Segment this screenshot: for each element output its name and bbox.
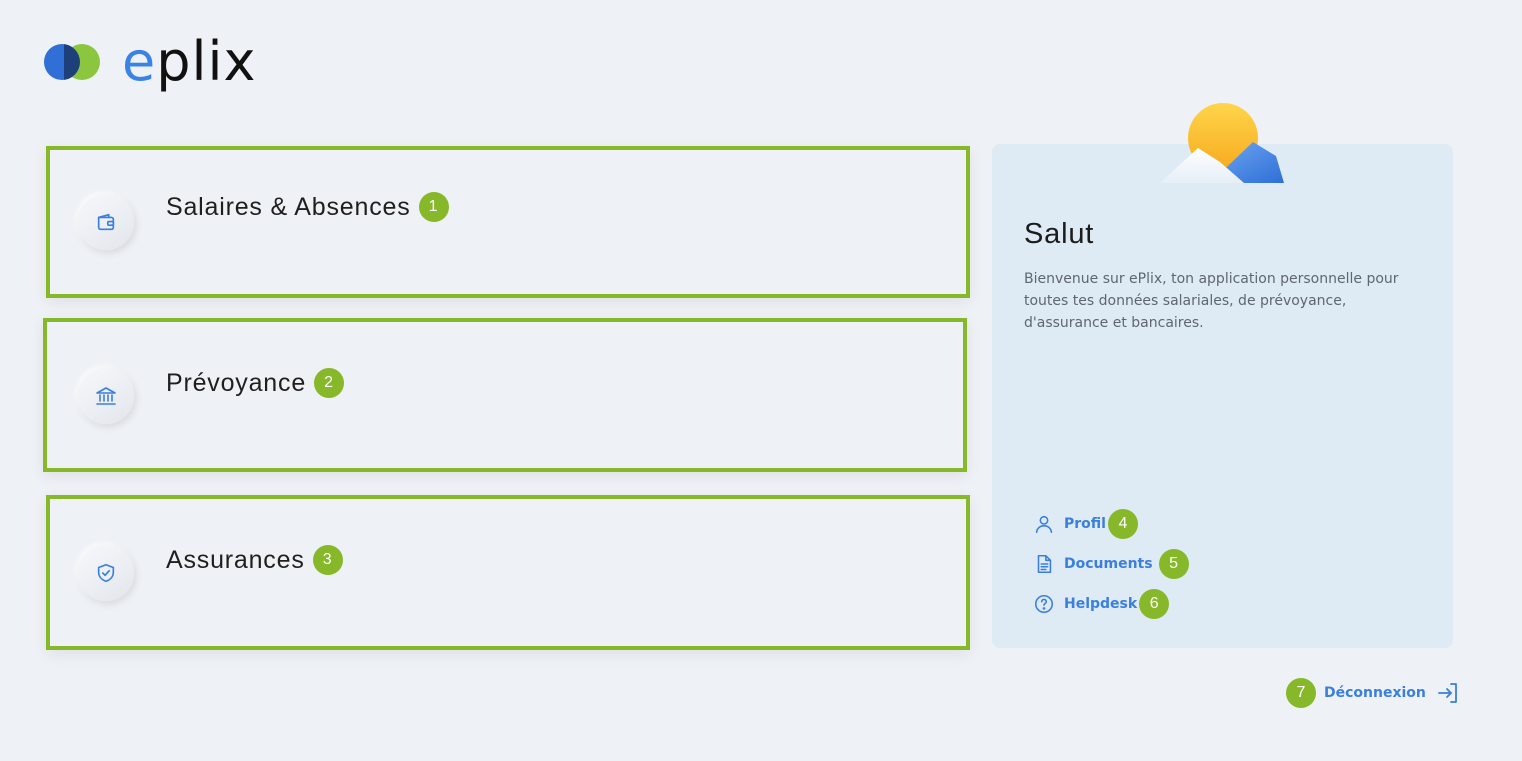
card-title: Assurances 3 xyxy=(166,545,343,575)
wallet-icon xyxy=(78,194,134,250)
welcome-description: Bienvenue sur ePlix, ton application per… xyxy=(1024,271,1399,331)
documents-link[interactable]: Documents 5 xyxy=(1032,544,1189,584)
card-title: Prévoyance 2 xyxy=(166,368,345,398)
greeting: Salut xyxy=(1024,218,1095,250)
step-badge: 3 xyxy=(312,545,343,575)
eplix-logo[interactable]: eplix xyxy=(44,34,256,90)
bank-icon xyxy=(78,368,134,424)
step-badge: 6 xyxy=(1139,589,1170,619)
link-label: Documents xyxy=(1064,556,1153,572)
quick-links: Profil 4 Documents 5 Helpdesk 6 xyxy=(1032,504,1189,624)
sun-mountain-illustration xyxy=(1160,103,1284,183)
step-badge: 4 xyxy=(1107,509,1138,539)
logout-icon xyxy=(1436,681,1460,705)
link-label: Helpdesk xyxy=(1064,596,1138,612)
profile-link[interactable]: Profil 4 xyxy=(1032,504,1189,544)
logo-mark-icon xyxy=(44,42,102,82)
card-salaires-absences[interactable]: Salaires & Absences 1 xyxy=(46,146,970,298)
card-title: Salaires & Absences 1 xyxy=(166,192,449,222)
shield-check-icon xyxy=(78,545,134,601)
step-badge: 2 xyxy=(314,368,345,398)
logo-wordmark: eplix xyxy=(122,30,257,93)
logout-label: Déconnexion xyxy=(1324,685,1426,701)
step-badge: 5 xyxy=(1158,549,1189,579)
help-circle-icon xyxy=(1032,592,1056,616)
link-label: Profil xyxy=(1064,516,1106,532)
user-icon xyxy=(1032,512,1056,536)
step-badge: 7 xyxy=(1286,678,1316,708)
document-icon xyxy=(1032,552,1056,576)
step-badge: 1 xyxy=(418,192,449,222)
card-assurances[interactable]: Assurances 3 xyxy=(46,495,970,650)
welcome-panel: Salut Bienvenue sur ePlix, ton applicati… xyxy=(992,144,1453,648)
card-prevoyance[interactable]: Prévoyance 2 xyxy=(43,318,967,472)
helpdesk-link[interactable]: Helpdesk 6 xyxy=(1032,584,1189,624)
logout-link[interactable]: 7 Déconnexion xyxy=(1286,678,1460,708)
